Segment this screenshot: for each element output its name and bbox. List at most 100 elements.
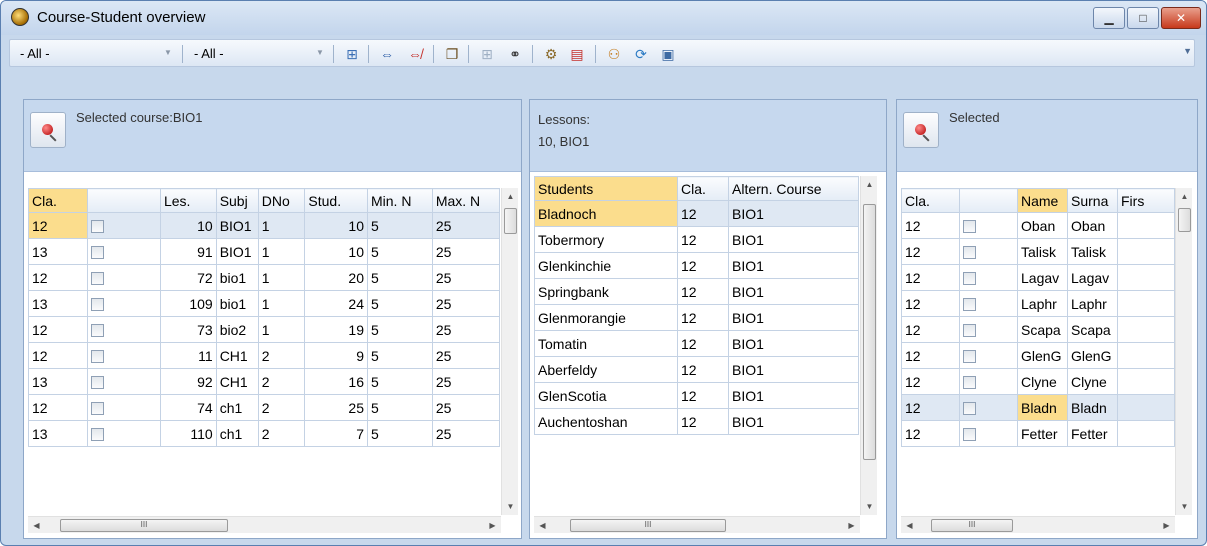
table-row[interactable]: 12 Bladn Bladn	[901, 394, 1175, 421]
courses-horizontal-scrollbar[interactable]: ◀ III ▶	[28, 516, 501, 533]
chevron-down-icon[interactable]: ▼	[314, 47, 326, 59]
row-checkbox[interactable]	[91, 298, 105, 312]
column-header[interactable]: Cla.	[677, 176, 729, 201]
column-header[interactable]: DNo	[257, 188, 306, 213]
column-header[interactable]: Cla.	[27, 188, 89, 213]
row-checkbox-cell[interactable]	[959, 342, 1018, 369]
scroll-down-icon[interactable]: ▼	[502, 498, 519, 515]
table-row[interactable]: 12 Laphr Laphr	[901, 290, 1175, 317]
table-row[interactable]: Bladnoch 12 BIO1	[534, 200, 859, 227]
row-checkbox[interactable]	[963, 428, 976, 442]
scroll-left-icon[interactable]: ◀	[901, 517, 918, 534]
scroll-up-icon[interactable]: ▲	[861, 176, 878, 193]
row-checkbox-cell[interactable]	[87, 264, 161, 291]
settings-window-icon[interactable]: ⚙	[540, 43, 562, 65]
row-checkbox[interactable]	[91, 272, 105, 286]
column-header[interactable]: Firs	[1117, 188, 1175, 213]
table-row[interactable]: Tomatin 12 BIO1	[534, 330, 859, 357]
scroll-right-icon[interactable]: ▶	[1158, 517, 1175, 534]
table-row[interactable]: 12 73 bio2 1 19 5 25	[27, 316, 501, 343]
table-row[interactable]: 12 Talisk Talisk	[901, 238, 1175, 265]
row-checkbox[interactable]	[963, 272, 976, 286]
row-checkbox-cell[interactable]	[959, 212, 1018, 239]
row-checkbox-cell[interactable]	[959, 394, 1018, 421]
row-checkbox-cell[interactable]	[959, 264, 1018, 291]
column-header[interactable]	[959, 188, 1018, 213]
row-checkbox-cell[interactable]	[87, 394, 161, 421]
table-row[interactable]: 12 10 BIO1 1 10 5 25	[27, 212, 501, 239]
scroll-thumb[interactable]: III	[60, 519, 228, 532]
row-checkbox[interactable]	[963, 376, 976, 390]
column-header[interactable]: Name	[1017, 188, 1068, 213]
chevron-down-icon[interactable]: ▼	[162, 47, 174, 59]
table-row[interactable]: Aberfeldy 12 BIO1	[534, 356, 859, 383]
swap-arrows-icon[interactable]: ⇔	[376, 43, 398, 65]
column-header[interactable]	[87, 188, 161, 213]
row-checkbox[interactable]	[963, 220, 976, 234]
scroll-thumb[interactable]: III	[570, 519, 726, 532]
column-header[interactable]: Max. N	[431, 188, 501, 213]
table-row[interactable]: 12 11 CH1 2 9 5 25	[27, 342, 501, 369]
scroll-left-icon[interactable]: ◀	[534, 517, 551, 534]
selected-horizontal-scrollbar[interactable]: ◀ III ▶	[901, 516, 1175, 533]
row-checkbox[interactable]	[91, 402, 105, 416]
print-icon[interactable]: ▤	[566, 43, 588, 65]
table-row[interactable]: 13 109 bio1 1 24 5 25	[27, 290, 501, 317]
class-filter-select[interactable]: - All - ▼	[16, 43, 176, 64]
table-row[interactable]: 12 Fetter Fetter	[901, 420, 1175, 447]
row-checkbox[interactable]	[91, 220, 105, 234]
close-button[interactable]: ✕	[1161, 7, 1201, 29]
table-row[interactable]: Glenkinchie 12 BIO1	[534, 252, 859, 279]
row-checkbox-cell[interactable]	[87, 420, 161, 447]
table-row[interactable]: Auchentoshan 12 BIO1	[534, 408, 859, 435]
selected-vertical-scrollbar[interactable]: ▲ ▼	[1175, 188, 1192, 515]
scroll-right-icon[interactable]: ▶	[484, 517, 501, 534]
row-checkbox[interactable]	[91, 324, 105, 338]
export-icon[interactable]: ▣	[657, 43, 679, 65]
row-checkbox[interactable]	[963, 350, 976, 364]
column-header[interactable]: Surna	[1067, 188, 1118, 213]
refresh-icon[interactable]: ⟳	[630, 43, 652, 65]
column-header[interactable]: Stud.	[304, 188, 368, 213]
table-row[interactable]: Springbank 12 BIO1	[534, 278, 859, 305]
title-bar[interactable]: Course-Student overview ▁ □ ✕	[1, 1, 1206, 35]
row-checkbox[interactable]	[91, 246, 105, 260]
row-checkbox[interactable]	[963, 246, 976, 260]
column-header[interactable]: Cla.	[901, 188, 960, 213]
row-checkbox[interactable]	[91, 428, 105, 442]
row-checkbox-cell[interactable]	[87, 316, 161, 343]
row-checkbox-cell[interactable]	[959, 238, 1018, 265]
remove-swap-icon[interactable]: ⇎	[404, 43, 426, 65]
row-checkbox-cell[interactable]	[959, 290, 1018, 317]
table-row[interactable]: 13 110 ch1 2 7 5 25	[27, 420, 501, 447]
subject-filter-select[interactable]: - All - ▼	[190, 43, 328, 64]
minimize-button[interactable]: ▁	[1093, 7, 1125, 29]
table-row[interactable]: GlenScotia 12 BIO1	[534, 382, 859, 409]
table-row[interactable]: 12 74 ch1 2 25 5 25	[27, 394, 501, 421]
column-header[interactable]: Min. N	[366, 188, 433, 213]
row-checkbox-cell[interactable]	[87, 212, 161, 239]
table-row[interactable]: Tobermory 12 BIO1	[534, 226, 859, 253]
table-row[interactable]: 12 Scapa Scapa	[901, 316, 1175, 343]
scroll-thumb[interactable]	[863, 204, 876, 460]
table-row[interactable]: Glenmorangie 12 BIO1	[534, 304, 859, 331]
table-row[interactable]: 12 Clyne Clyne	[901, 368, 1175, 395]
row-checkbox-cell[interactable]	[959, 420, 1018, 447]
table-row[interactable]: 13 92 CH1 2 16 5 25	[27, 368, 501, 395]
table-row[interactable]: 12 Lagav Lagav	[901, 264, 1175, 291]
table-row[interactable]: 12 GlenG GlenG	[901, 342, 1175, 369]
lessons-horizontal-scrollbar[interactable]: ◀ III ▶	[534, 516, 860, 533]
row-checkbox-cell[interactable]	[87, 368, 161, 395]
row-checkbox-cell[interactable]	[959, 368, 1018, 395]
row-checkbox-cell[interactable]	[959, 316, 1018, 343]
scroll-left-icon[interactable]: ◀	[28, 517, 45, 534]
courses-vertical-scrollbar[interactable]: ▲ ▼	[501, 188, 518, 515]
pin-button[interactable]	[30, 112, 66, 148]
scroll-up-icon[interactable]: ▲	[502, 188, 519, 205]
row-checkbox[interactable]	[963, 402, 976, 416]
toolbar-overflow-icon[interactable]: ▼	[1183, 46, 1192, 56]
copy-layers-icon[interactable]: ❐	[441, 43, 463, 65]
column-header[interactable]: Les.	[159, 188, 217, 213]
row-checkbox[interactable]	[963, 298, 976, 312]
grid-disabled-icon[interactable]: ⊞	[476, 43, 498, 65]
